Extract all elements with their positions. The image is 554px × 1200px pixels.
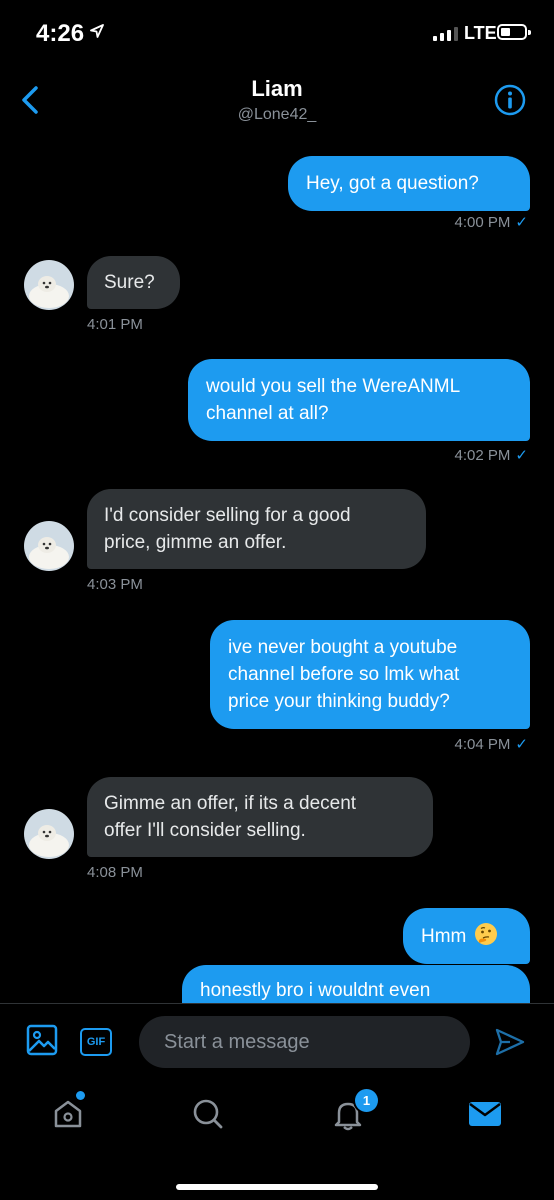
message-timestamp: 4:01 PM (87, 316, 143, 333)
message-composer: GIF (0, 1003, 554, 1080)
status-time: 4:26 (36, 20, 85, 47)
search-icon[interactable] (188, 1094, 228, 1134)
message-text: would you sell the WereANML (206, 376, 461, 397)
send-icon[interactable] (494, 1026, 526, 1058)
message-bubble-incoming[interactable]: Sure? (87, 256, 180, 309)
battery-icon (497, 24, 531, 40)
message-bubble-outgoing[interactable]: Hmm (403, 908, 530, 964)
home-indicator (176, 1184, 378, 1190)
image-icon[interactable] (26, 1024, 58, 1056)
message-bubble-outgoing[interactable]: ive never bought a youtube channel befor… (210, 620, 530, 729)
message-bubble-outgoing[interactable]: would you sell the WereANML channel at a… (188, 359, 530, 441)
read-checkmark-icon: ✓ (515, 447, 528, 464)
mail-icon[interactable] (465, 1094, 505, 1134)
message-text: Hey, got a question? (306, 173, 479, 194)
message-text: price your thinking buddy? (228, 691, 450, 712)
message-text: price, gimme an offer. (104, 532, 287, 553)
message-timestamp: 4:04 PM ✓ (454, 736, 528, 753)
message-text: I'd consider selling for a good (104, 505, 351, 526)
read-checkmark-icon: ✓ (515, 736, 528, 753)
status-bar: 4:26 LTE (0, 0, 554, 70)
avatar[interactable] (24, 521, 74, 571)
tab-bar: 1 (0, 1080, 554, 1200)
message-text: offer I'll consider selling. (104, 820, 306, 841)
message-timestamp: 4:02 PM ✓ (454, 447, 528, 464)
message-input[interactable] (139, 1016, 470, 1068)
message-text: ive never bought a youtube (228, 637, 458, 658)
contact-handle: @Lone42_ (237, 106, 317, 123)
notifications-badge: 1 (355, 1089, 378, 1112)
conversation-header: Liam @Lone42_ (0, 70, 554, 140)
message-text: honestly bro i wouldnt even (200, 980, 431, 1001)
message-bubble-incoming[interactable]: Gimme an offer, if its a decent offer I'… (87, 777, 433, 857)
message-bubble-incoming[interactable]: I'd consider selling for a good price, g… (87, 489, 426, 569)
thinking-face-icon (475, 923, 498, 945)
message-text: Hmm (421, 926, 467, 947)
message-timestamp: 4:03 PM (87, 576, 143, 593)
message-text: channel at all? (206, 403, 329, 424)
message-timestamp: 4:00 PM ✓ (454, 214, 528, 231)
info-icon[interactable] (494, 84, 526, 116)
message-bubble-outgoing[interactable]: Hey, got a question? (288, 156, 530, 211)
location-arrow-icon (90, 24, 104, 38)
message-text: channel before so lmk what (228, 664, 460, 685)
read-checkmark-icon: ✓ (515, 214, 528, 231)
gif-button[interactable]: GIF (80, 1028, 112, 1056)
home-icon[interactable] (48, 1094, 88, 1134)
avatar[interactable] (24, 809, 74, 859)
avatar[interactable] (24, 260, 74, 310)
message-timestamp: 4:08 PM (87, 864, 143, 881)
signal-icon (433, 27, 458, 41)
network-label: LTE (464, 23, 497, 43)
home-unread-dot (76, 1091, 85, 1100)
message-text: Sure? (104, 272, 155, 293)
contact-name: Liam (251, 76, 303, 101)
message-text: Gimme an offer, if its a decent (104, 793, 357, 814)
